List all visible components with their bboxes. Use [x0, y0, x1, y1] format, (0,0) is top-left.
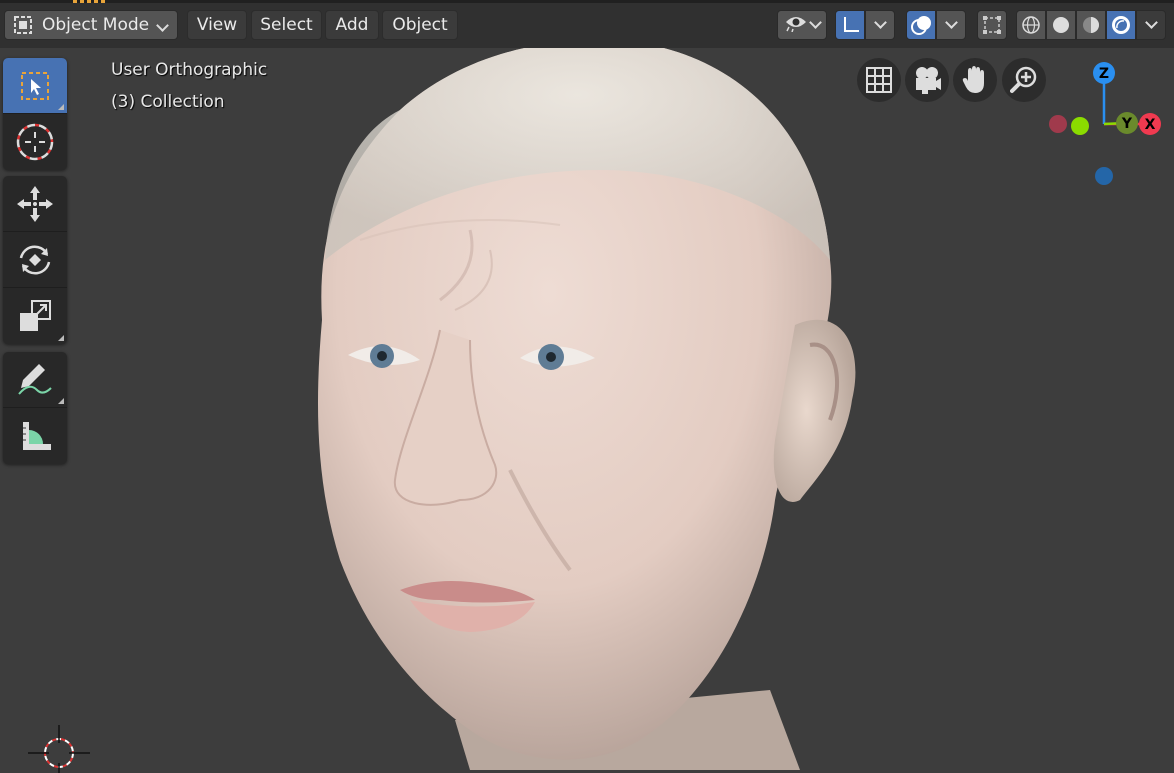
- chevron-down-icon: [944, 16, 958, 29]
- solid-shading-button[interactable]: [1046, 10, 1076, 40]
- annotate-pencil-icon: [18, 363, 52, 395]
- annotate-tool[interactable]: [3, 352, 67, 408]
- gizmo-neg-x[interactable]: [1049, 115, 1067, 133]
- select-box-icon: [21, 71, 49, 100]
- gizmo-x-axis[interactable]: X: [1139, 113, 1161, 135]
- rendered-shading-button[interactable]: [1106, 10, 1136, 40]
- hand-icon: [962, 66, 984, 93]
- scale-tool[interactable]: [3, 288, 67, 344]
- toolbar-group-transform: [3, 176, 67, 344]
- gizmo-x-label: X: [1145, 117, 1156, 133]
- shading-mode-group: [1016, 10, 1166, 40]
- grid-icon: [866, 67, 892, 93]
- tool-submenu-indicator: [58, 398, 64, 404]
- gizmo-y-axis[interactable]: Y: [1116, 112, 1138, 134]
- tool-submenu-indicator: [58, 335, 64, 341]
- gizmo-axes-icon: [844, 17, 859, 32]
- gizmo-neg-y[interactable]: [1071, 117, 1089, 135]
- xray-toggle[interactable]: [977, 10, 1007, 40]
- measure-ruler-icon: [23, 422, 51, 450]
- xray-icon: [983, 16, 1001, 34]
- overlays-toggle[interactable]: [906, 10, 936, 40]
- gizmo-z-axis[interactable]: Z: [1093, 62, 1115, 84]
- header-top-edge: [0, 0, 1174, 3]
- move-tool[interactable]: [3, 176, 67, 232]
- camera-icon: [916, 67, 941, 94]
- overlays-toggle-group: [906, 10, 966, 40]
- visibility-dropdown[interactable]: [777, 10, 827, 40]
- shading-dropdown[interactable]: [1136, 10, 1166, 40]
- wireframe-sphere-icon: [1022, 16, 1040, 34]
- measure-tool[interactable]: [3, 408, 67, 464]
- toggle-perspective-button[interactable]: [857, 58, 901, 102]
- overlays-icon: [911, 16, 931, 35]
- rendered-sphere-icon: [1112, 16, 1130, 34]
- rotate-icon: [19, 245, 51, 274]
- gizmo-dropdown[interactable]: [865, 10, 895, 40]
- chevron-down-icon: [1144, 16, 1158, 29]
- menu-view[interactable]: View: [187, 10, 247, 40]
- overlays-dropdown[interactable]: [936, 10, 966, 40]
- gizmo-neg-z[interactable]: [1095, 167, 1113, 185]
- gizmo-z-label: Z: [1099, 66, 1109, 82]
- 3d-viewport[interactable]: User Orthographic (3) Collection Y X Z: [0, 48, 1174, 773]
- tool-submenu-indicator: [58, 104, 64, 110]
- menu-add[interactable]: Add: [325, 10, 379, 40]
- toolbar-group-select: [3, 58, 67, 170]
- menu-object[interactable]: Object: [382, 10, 458, 40]
- pan-view-button[interactable]: [953, 58, 997, 102]
- chevron-down-icon: [808, 16, 822, 29]
- eye-icon: [785, 14, 807, 37]
- camera-view-button[interactable]: [905, 58, 949, 102]
- cursor-tool[interactable]: [3, 114, 67, 170]
- select-box-tool[interactable]: [3, 58, 67, 114]
- navigation-gizmo[interactable]: Y X Z: [1044, 54, 1174, 194]
- gizmo-toggle-group: [835, 10, 895, 40]
- wireframe-shading-button[interactable]: [1016, 10, 1046, 40]
- 3d-cursor-icon: [16, 123, 54, 161]
- material-preview-button[interactable]: [1076, 10, 1106, 40]
- move-icon: [17, 185, 53, 222]
- object-mode-icon: [13, 15, 33, 35]
- menu-select[interactable]: Select: [251, 10, 322, 40]
- solid-sphere-icon: [1053, 17, 1069, 33]
- material-sphere-icon: [1083, 17, 1099, 33]
- rotate-tool[interactable]: [3, 232, 67, 288]
- zoom-magnifier-icon: [1010, 66, 1037, 93]
- scale-icon: [20, 300, 51, 331]
- collection-label: (3) Collection: [111, 92, 225, 112]
- view-name-label: User Orthographic: [111, 60, 268, 80]
- gizmo-y-label: Y: [1121, 116, 1133, 132]
- area-resize-handle[interactable]: [73, 0, 107, 3]
- toolbar-group-annotate: [3, 352, 67, 464]
- gizmo-toggle[interactable]: [835, 10, 865, 40]
- zoom-view-button[interactable]: [1002, 58, 1046, 102]
- mode-label: Object Mode: [42, 15, 150, 35]
- chevron-down-icon: [156, 15, 169, 35]
- head-model[interactable]: [0, 48, 1174, 770]
- 3d-cursor-marker[interactable]: [24, 713, 94, 773]
- viewport-header: Object Mode View Select Add Object: [0, 0, 1174, 48]
- mode-selector[interactable]: Object Mode: [4, 10, 178, 40]
- chevron-down-icon: [873, 16, 887, 29]
